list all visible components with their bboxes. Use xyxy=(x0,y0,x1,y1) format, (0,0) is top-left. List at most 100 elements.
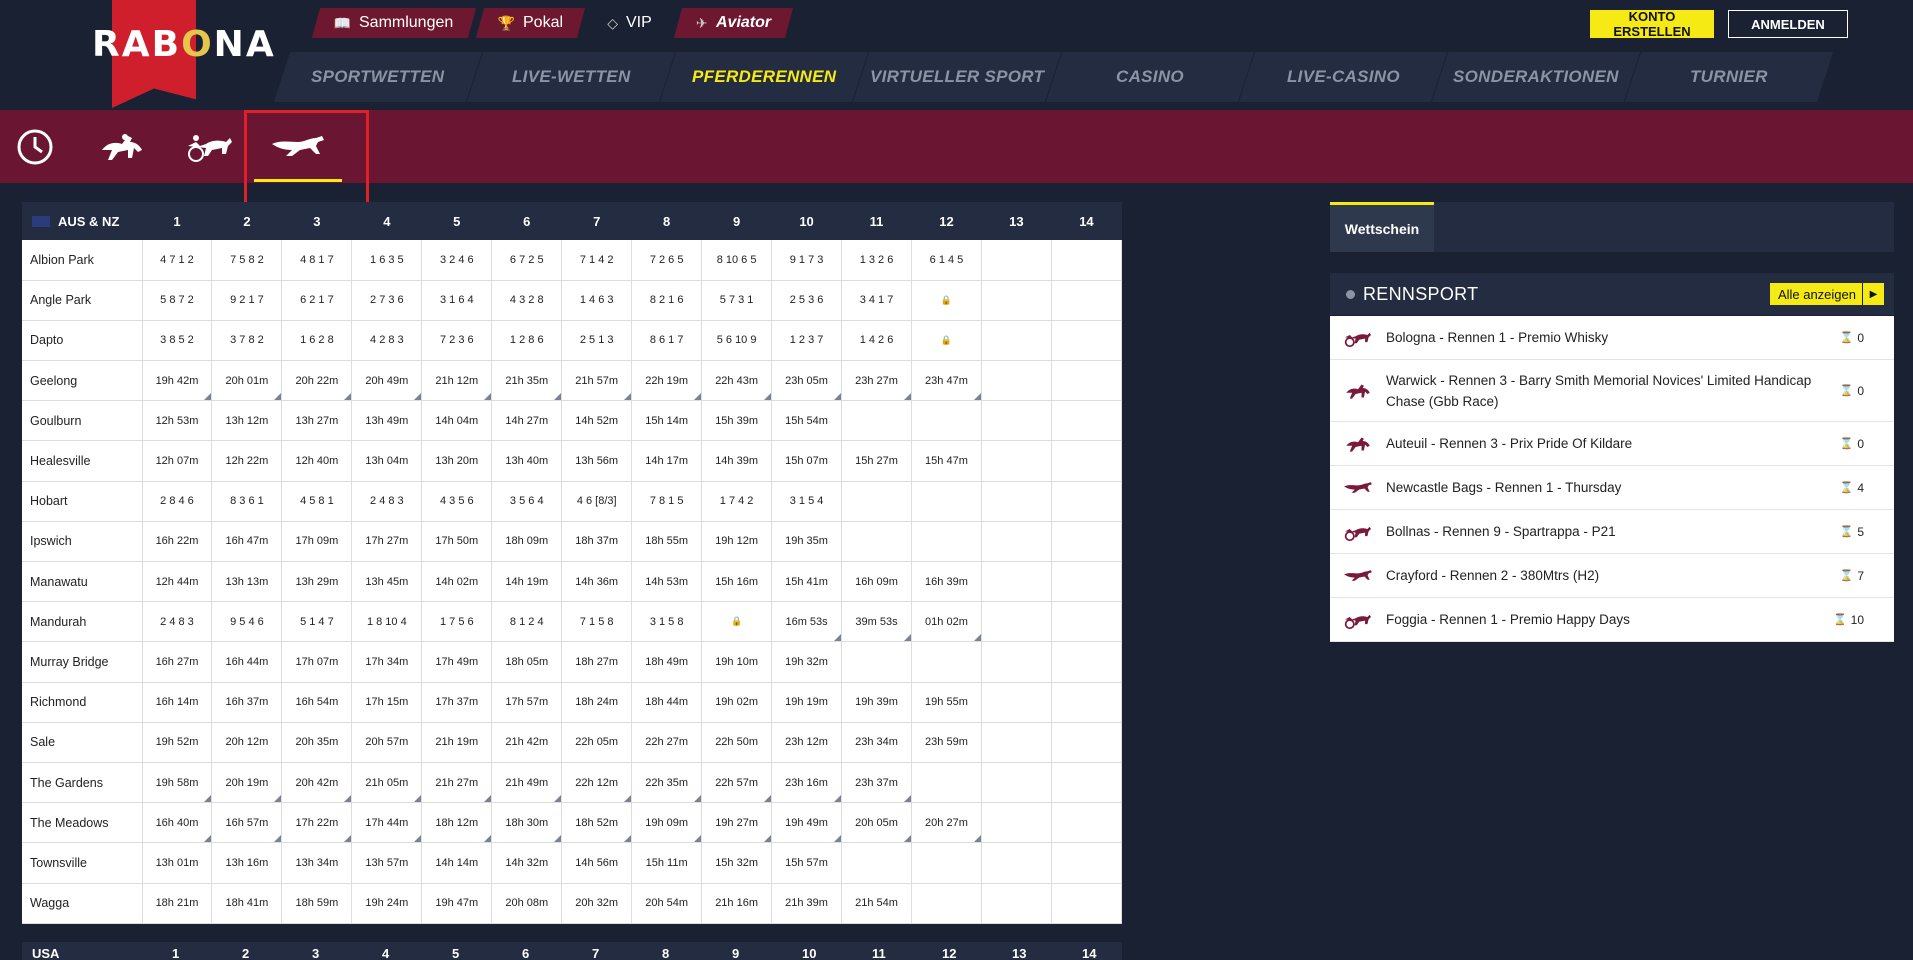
race-cell[interactable]: 21h 05m xyxy=(351,762,423,804)
race-cell[interactable]: 6 1 4 5 xyxy=(911,240,982,281)
race-cell[interactable]: 14h 14m xyxy=(421,842,493,884)
race-cell[interactable]: 18h 30m xyxy=(491,802,563,844)
race-cell[interactable]: 5 6 10 9 xyxy=(701,320,773,362)
race-cell[interactable]: 4 7 1 2 xyxy=(142,240,213,281)
race-cell[interactable]: 5 7 3 1 xyxy=(701,280,773,321)
race-cell[interactable]: 12h 07m xyxy=(142,440,213,482)
race-cell[interactable]: 22h 19m xyxy=(631,360,703,402)
race-cell[interactable]: 17h 07m xyxy=(281,641,353,683)
tab-sonderaktionen[interactable]: SONDERAKTIONEN xyxy=(1431,52,1642,102)
race-cell[interactable]: 15h 54m xyxy=(771,400,843,442)
race-cell[interactable]: 21h 54m xyxy=(841,883,912,924)
race-cell[interactable]: 16h 27m xyxy=(142,641,213,683)
race-cell[interactable]: 8 3 6 1 xyxy=(211,481,283,522)
race-cell[interactable]: 21h 27m xyxy=(421,762,493,804)
race-cell[interactable]: 18h 49m xyxy=(631,641,703,683)
race-cell[interactable]: 20h 08m xyxy=(491,883,563,924)
race-cell[interactable]: 7 1 5 8 xyxy=(561,601,633,643)
list-item[interactable]: Foggia - Rennen 1 - Premio Happy Days ⌛ 10 xyxy=(1330,598,1894,642)
race-cell[interactable]: 18h 59m xyxy=(281,883,353,924)
race-cell[interactable]: 21h 35m xyxy=(491,360,563,402)
race-cell[interactable]: 3 1 6 4 xyxy=(421,280,493,321)
race-cell[interactable]: 1 2 8 6 xyxy=(491,320,563,362)
race-cell[interactable]: 13h 29m xyxy=(281,561,353,603)
race-cell[interactable]: 20h 01m xyxy=(211,360,283,402)
race-cell[interactable]: 18h 27m xyxy=(561,641,633,683)
tab-turnier[interactable]: TURNIER xyxy=(1624,52,1835,102)
race-cell[interactable]: 20h 57m xyxy=(351,722,423,763)
race-cell[interactable]: 20h 27m xyxy=(911,802,982,844)
race-cell[interactable]: 19h 19m xyxy=(771,682,843,723)
race-cell[interactable]: 22h 35m xyxy=(631,762,703,804)
race-cell[interactable]: 14h 52m xyxy=(561,400,633,442)
race-cell[interactable]: 16h 54m xyxy=(281,682,353,723)
race-cell[interactable]: 23h 47m xyxy=(911,360,982,402)
race-cell[interactable]: 7 1 4 2 xyxy=(561,240,633,281)
venue-name[interactable]: Wagga xyxy=(22,883,143,924)
race-cell[interactable]: 19h 32m xyxy=(771,641,843,683)
race-cell[interactable]: 9 1 7 3 xyxy=(771,240,843,281)
race-cell[interactable]: 4 5 8 1 xyxy=(281,481,353,522)
race-cell[interactable]: 19h 27m xyxy=(701,802,773,844)
race-cell[interactable]: 19h 12m xyxy=(701,521,773,563)
login-button[interactable]: ANMELDEN xyxy=(1728,10,1848,38)
race-cell[interactable]: 39m 53s xyxy=(841,601,912,643)
tab-sportwetten[interactable]: SPORTWETTEN xyxy=(273,52,484,102)
race-cell[interactable]: 3 1 5 8 xyxy=(631,601,703,643)
race-cell[interactable]: 14h 17m xyxy=(631,440,703,482)
race-cell[interactable]: 14h 36m xyxy=(561,561,633,603)
tab-live-wetten[interactable]: LIVE-WETTEN xyxy=(466,52,677,102)
venue-name[interactable]: Goulburn xyxy=(22,400,143,442)
race-cell[interactable]: 18h 12m xyxy=(421,802,493,844)
clock-icon[interactable] xyxy=(16,127,54,167)
race-cell[interactable]: 8 2 1 6 xyxy=(631,280,703,321)
race-cell[interactable]: 1 7 4 2 xyxy=(701,481,773,522)
race-cell[interactable]: 19h 47m xyxy=(421,883,493,924)
race-cell[interactable]: 22h 50m xyxy=(701,722,773,763)
race-cell[interactable]: 15h 32m xyxy=(701,842,773,884)
race-cell[interactable]: 23h 12m xyxy=(771,722,843,763)
race-cell[interactable]: 13h 27m xyxy=(281,400,353,442)
race-cell[interactable]: 7 2 3 6 xyxy=(421,320,493,362)
list-item[interactable]: Auteuil - Rennen 3 - Prix Pride Of Kilda… xyxy=(1330,422,1894,466)
race-cell[interactable]: 8 6 1 7 xyxy=(631,320,703,362)
race-cell[interactable]: 23h 05m xyxy=(771,360,843,402)
race-cell[interactable]: 13h 12m xyxy=(211,400,283,442)
lock-icon[interactable]: 🔒 xyxy=(701,601,773,643)
race-cell[interactable]: 13h 13m xyxy=(211,561,283,603)
race-cell[interactable]: 13h 16m xyxy=(211,842,283,884)
race-cell[interactable]: 4 6 [8/3] xyxy=(561,481,633,522)
race-cell[interactable]: 18h 44m xyxy=(631,682,703,723)
race-cell[interactable]: 20h 22m xyxy=(281,360,353,402)
venue-name[interactable]: Sale xyxy=(22,722,143,763)
race-cell[interactable]: 22h 05m xyxy=(561,722,633,763)
topnav-sammlungen[interactable]: 📖 Sammlungen xyxy=(311,8,476,38)
race-cell[interactable]: 13h 04m xyxy=(351,440,423,482)
list-item[interactable]: Bologna - Rennen 1 - Premio Whisky ⌛ 0 xyxy=(1330,316,1894,360)
race-cell[interactable]: 1 4 2 6 xyxy=(841,320,912,362)
race-cell[interactable]: 14h 27m xyxy=(491,400,563,442)
race-cell[interactable]: 17h 37m xyxy=(421,682,493,723)
race-cell[interactable]: 14h 32m xyxy=(491,842,563,884)
lock-icon[interactable]: 🔒 xyxy=(911,320,982,362)
venue-name[interactable]: Townsville xyxy=(22,842,143,884)
race-cell[interactable]: 12h 53m xyxy=(142,400,213,442)
list-item[interactable]: Warwick - Rennen 3 - Barry Smith Memoria… xyxy=(1330,360,1894,422)
race-cell[interactable]: 21h 19m xyxy=(421,722,493,763)
race-cell[interactable]: 3 4 1 7 xyxy=(841,280,912,321)
race-cell[interactable]: 15h 39m xyxy=(701,400,773,442)
race-cell[interactable]: 9 2 1 7 xyxy=(211,280,283,321)
race-cell[interactable]: 2 7 3 6 xyxy=(351,280,423,321)
race-cell[interactable]: 19h 49m xyxy=(771,802,843,844)
race-cell[interactable]: 5 8 7 2 xyxy=(142,280,213,321)
race-cell[interactable]: 13h 56m xyxy=(561,440,633,482)
race-cell[interactable]: 13h 45m xyxy=(351,561,423,603)
race-cell[interactable]: 13h 20m xyxy=(421,440,493,482)
race-cell[interactable]: 3 1 5 4 xyxy=(771,481,843,522)
race-cell[interactable]: 15h 16m xyxy=(701,561,773,603)
race-cell[interactable]: 19h 24m xyxy=(351,883,423,924)
create-account-button[interactable]: KONTO ERSTELLEN xyxy=(1590,9,1714,39)
race-cell[interactable]: 23h 59m xyxy=(911,722,982,763)
race-cell[interactable]: 16h 39m xyxy=(911,561,982,603)
race-cell[interactable]: 3 7 8 2 xyxy=(211,320,283,362)
